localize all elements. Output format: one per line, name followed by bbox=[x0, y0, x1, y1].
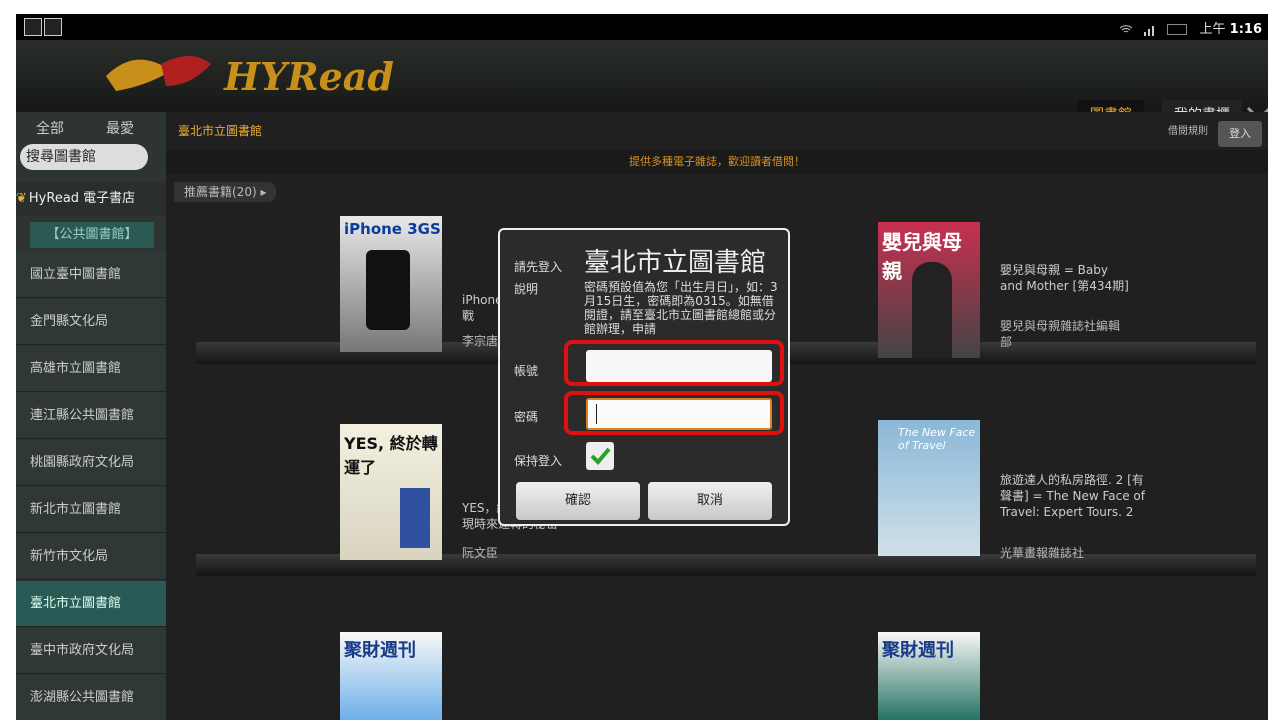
hyread-logo: HYRead bbox=[106, 54, 394, 99]
book-cover[interactable]: 聚財週刊 bbox=[878, 632, 980, 720]
sidebar-item-library[interactable]: 國立臺中圖書館 bbox=[16, 252, 166, 298]
sidebar-item-selected-library[interactable]: 臺北市立圖書館 bbox=[16, 581, 166, 627]
cancel-button[interactable]: 取消 bbox=[648, 482, 772, 520]
book-author: 李宗唐 bbox=[462, 334, 499, 348]
hyread-store-item[interactable]: ❦ HyRead 電子書店 bbox=[16, 182, 166, 216]
cover-title: iPhone 3GS bbox=[344, 220, 441, 238]
book-cover[interactable]: 嬰兒與母親 bbox=[878, 222, 980, 358]
cover-title: 聚財週刊 bbox=[344, 640, 416, 661]
screen-record-icon bbox=[24, 18, 42, 36]
status-right: 上午 1:16 bbox=[1119, 18, 1262, 37]
cover-figure bbox=[400, 488, 430, 548]
book-title[interactable]: 嬰兒與母親 = Baby and Mother [第434期] bbox=[1000, 262, 1130, 294]
book-author: 嬰兒與母親雜誌社編輯部 bbox=[1000, 319, 1121, 349]
category-header: 【公共圖書館】 bbox=[30, 222, 154, 248]
book-cover[interactable]: iPhone 3GS bbox=[340, 216, 442, 352]
sidebar-item-library[interactable]: 連江縣公共圖書館 bbox=[16, 393, 166, 439]
sidebar-item-library[interactable]: 澎湖縣公共圖書館 bbox=[16, 675, 166, 720]
sidebar-item-library[interactable]: 高雄市立圖書館 bbox=[16, 346, 166, 392]
password-highlight bbox=[564, 391, 784, 435]
svg-text:HYRead: HYRead bbox=[223, 54, 394, 99]
sidebar-item-library[interactable]: 金門縣文化局 bbox=[16, 299, 166, 345]
library-title: 臺北市立圖書館 bbox=[178, 124, 263, 138]
cover-photo bbox=[912, 262, 952, 358]
phone-image bbox=[366, 250, 410, 330]
tab-all[interactable]: 全部 bbox=[36, 118, 64, 138]
borrow-rules-link[interactable]: 借閱規則 bbox=[1168, 122, 1208, 137]
sidebar-tabs: 全部 最愛 bbox=[16, 112, 166, 140]
clock: 1:16 bbox=[1229, 22, 1262, 37]
store-label: HyRead 電子書店 bbox=[28, 191, 136, 206]
store-icon: ❦ bbox=[16, 191, 27, 206]
recommended-label: 推薦書籍(20) bbox=[184, 185, 257, 199]
sidebar-item-library[interactable]: 臺中市政府文化局 bbox=[16, 628, 166, 674]
cover-title: 聚財週刊 bbox=[882, 640, 954, 661]
app-header: HYRead 圖書館 我的書櫃 bbox=[16, 40, 1268, 132]
library-search-field[interactable]: 搜尋圖書館 bbox=[20, 144, 148, 170]
battery-icon bbox=[1167, 24, 1188, 35]
dialog-title: 臺北市立圖書館 bbox=[584, 248, 767, 278]
recommended-books-tab[interactable]: 推薦書籍(20) ▸ bbox=[174, 182, 277, 202]
cover-title: The New Face of Travel bbox=[898, 426, 976, 452]
cover-title: YES, 終於轉運了 bbox=[344, 434, 438, 477]
keep-login-label: 保持登入 bbox=[514, 454, 563, 468]
wifi-icon bbox=[1119, 24, 1133, 32]
camera-icon bbox=[44, 18, 62, 36]
sidebar-item-library[interactable]: 新北市立圖書館 bbox=[16, 487, 166, 533]
book-title[interactable]: 旅遊達人的私房路徑. 2 [有聲書] = The New Face of Tra… bbox=[1000, 472, 1150, 520]
tab-favorites[interactable]: 最愛 bbox=[106, 118, 134, 138]
sidebar-item-library[interactable]: 桃園縣政府文化局 bbox=[16, 440, 166, 486]
time-prefix: 上午 bbox=[1199, 22, 1226, 37]
status-bar: 上午 1:16 bbox=[16, 14, 1268, 40]
book-author: 阮文臣 bbox=[462, 546, 499, 560]
library-sidebar: 全部 最愛 搜尋圖書館 ❦ HyRead 電子書店 【公共圖書館】 國立臺中圖書館… bbox=[16, 112, 166, 720]
book-cover[interactable]: The New Face of Travel bbox=[878, 420, 980, 556]
sidebar-item-library[interactable]: 新竹市文化局 bbox=[16, 534, 166, 580]
dialog-description: 密碼預設值為您「出生月日」，如：3月15日生，密碼即為0315。如無借閱證，請至… bbox=[584, 280, 778, 336]
signal-icon bbox=[1144, 25, 1155, 36]
login-button[interactable]: 登入 bbox=[1218, 121, 1262, 147]
keep-login-checkbox[interactable] bbox=[586, 442, 614, 470]
confirm-button[interactable]: 確認 bbox=[516, 482, 640, 520]
login-prompt: 請先登入 bbox=[514, 260, 563, 274]
account-highlight bbox=[564, 340, 784, 386]
account-label: 帳號 bbox=[514, 364, 539, 378]
checkmark-icon bbox=[590, 447, 611, 465]
password-label: 密碼 bbox=[514, 410, 539, 424]
book-cover[interactable]: YES, 終於轉運了 bbox=[340, 424, 442, 560]
book-cover[interactable]: 聚財週刊 bbox=[340, 632, 442, 720]
book-author: 光華畫報雜誌社 bbox=[1000, 546, 1085, 560]
announcement-banner: 提供多種電子雜誌，歡迎讀者借閱！ bbox=[166, 150, 1268, 174]
description-label: 說明 bbox=[514, 282, 539, 296]
